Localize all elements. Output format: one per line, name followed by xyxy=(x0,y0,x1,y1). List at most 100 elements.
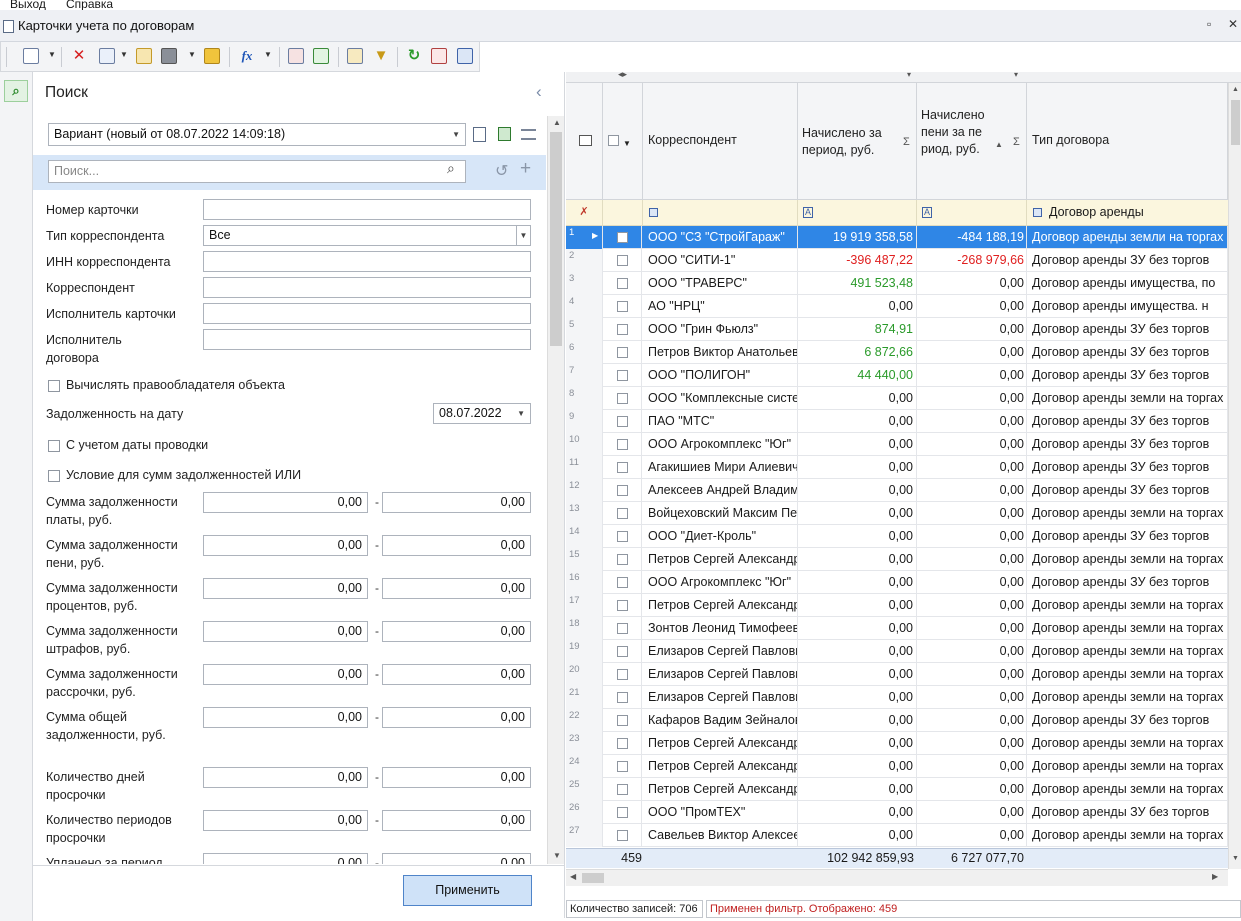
row-checkbox[interactable] xyxy=(617,531,628,542)
range-to-input[interactable]: 0,00 xyxy=(382,492,531,513)
range-to-input[interactable]: 0,00 xyxy=(382,535,531,556)
row-checkbox[interactable] xyxy=(617,278,628,289)
row-select[interactable] xyxy=(603,226,642,249)
row-select[interactable] xyxy=(603,410,642,433)
variant-select[interactable]: Вариант (новый от 08.07.2022 14:09:18) ▼ xyxy=(48,123,466,146)
row-checkbox[interactable] xyxy=(617,439,628,450)
range-from-input[interactable]: 0,00 xyxy=(203,535,368,556)
row-select[interactable] xyxy=(603,272,642,295)
save-variant-icon[interactable] xyxy=(498,127,511,141)
table-row[interactable]: 8ООО "Комплексные системы"0,000,00Догово… xyxy=(566,387,1228,410)
table-row[interactable]: 21 Елизаров Сергей Павлович 0,00 0,00 Догово… xyxy=(566,686,1228,709)
grid-vertical-scrollbar[interactable]: ▲ ▼ xyxy=(1228,83,1241,869)
row-select[interactable] xyxy=(603,548,642,571)
export-icon[interactable] xyxy=(457,48,473,64)
range-to-input[interactable]: 0,00 xyxy=(382,853,531,864)
table-row[interactable]: 22Кафаров Вадим Зейналович0,000,00Догово… xyxy=(566,709,1228,732)
posting-date-checkbox[interactable] xyxy=(48,440,60,452)
range-to-input[interactable]: 0,00 xyxy=(382,621,531,642)
row-checkbox[interactable] xyxy=(617,347,628,358)
clipboard-icon[interactable] xyxy=(136,48,152,64)
table-row[interactable]: 9 ПАО "МТС" 0,00 0,00 Договор аренды ЗУ без … xyxy=(566,410,1228,433)
table-row[interactable]: 27Савельев Виктор Алексеевич0,000,00Дого… xyxy=(566,824,1228,847)
row-checkbox[interactable] xyxy=(617,738,628,749)
row-checkbox[interactable] xyxy=(617,577,628,588)
table-row[interactable]: 16 ООО Агрокомплекс "Юг" 0,00 0,00 Договор а… xyxy=(566,571,1228,594)
search-input[interactable]: Поиск... xyxy=(48,160,466,183)
correspondent-input[interactable] xyxy=(203,277,531,298)
row-select[interactable] xyxy=(603,341,642,364)
row-select[interactable] xyxy=(603,525,642,548)
row-select[interactable] xyxy=(603,732,642,755)
panel-scrollbar[interactable]: ▲ ▼ xyxy=(547,116,564,864)
formula-dropdown-icon[interactable]: ▼ xyxy=(264,50,272,59)
row-checkbox[interactable] xyxy=(617,301,628,312)
row-select[interactable] xyxy=(603,387,642,410)
table-row[interactable]: 11 Агакишиев Мири Алиевич 0,00 0,00 Договор … xyxy=(566,456,1228,479)
table-row[interactable]: 2 ООО "СИТИ-1" -396 487,22 -268 979,66 Догов… xyxy=(566,249,1228,272)
card-number-input[interactable] xyxy=(203,199,531,220)
row-checkbox[interactable] xyxy=(617,462,628,473)
scroll-down-icon[interactable]: ▼ xyxy=(1232,855,1239,862)
search-panel-toggle-icon[interactable]: ⌕ xyxy=(4,80,28,102)
table-row[interactable]: 3 ООО "ТРАВЕРС" 491 523,48 0,00 Договор арен… xyxy=(566,272,1228,295)
row-select[interactable] xyxy=(603,686,642,709)
edit-settings-icon[interactable] xyxy=(347,48,363,64)
row-checkbox[interactable] xyxy=(617,232,628,243)
range-from-input[interactable]: 0,00 xyxy=(203,810,368,831)
row-select[interactable] xyxy=(603,755,642,778)
history-icon[interactable]: ↺ xyxy=(495,161,508,181)
apply-button[interactable]: Применить xyxy=(403,875,532,906)
collapse-panel-icon[interactable]: ‹ xyxy=(536,82,542,102)
print-icon[interactable] xyxy=(161,48,177,64)
menu-help[interactable]: Справка xyxy=(66,0,113,10)
range-from-input[interactable]: 0,00 xyxy=(203,578,368,599)
grid-hscroll-thumb[interactable] xyxy=(582,873,604,883)
range-from-input[interactable]: 0,00 xyxy=(203,492,368,513)
table-row[interactable]: 15Петров Сергей Александрович0,000,00Дог… xyxy=(566,548,1228,571)
row-select[interactable] xyxy=(603,433,642,456)
row-checkbox[interactable] xyxy=(617,784,628,795)
row-checkbox[interactable] xyxy=(617,715,628,726)
row-checkbox[interactable] xyxy=(617,324,628,335)
restore-button[interactable]: ▫ xyxy=(1207,17,1211,31)
debt-date-dropdown-icon[interactable]: ▼ xyxy=(517,404,525,423)
table-row[interactable]: 25Петров Сергей Александрович0,000,00Дог… xyxy=(566,778,1228,801)
row-checkbox[interactable] xyxy=(617,393,628,404)
document-actions-dropdown-icon[interactable]: ▼ xyxy=(120,50,128,59)
row-select[interactable] xyxy=(603,364,642,387)
row-checkbox[interactable] xyxy=(617,646,628,657)
or-condition-checkbox[interactable] xyxy=(48,470,60,482)
corr-type-select[interactable]: Все ▼ xyxy=(203,225,531,246)
formula-icon[interactable]: fx xyxy=(239,48,255,64)
delete-icon[interactable]: ✕ xyxy=(71,48,87,64)
range-from-input[interactable]: 0,00 xyxy=(203,707,368,728)
table-row[interactable]: 5 ООО "Грин Фьюлз" 874,91 0,00 Договор аренд… xyxy=(566,318,1228,341)
table-row[interactable]: 19 Елизаров Сергей Павлович 0,00 0,00 Догово… xyxy=(566,640,1228,663)
table-row[interactable]: 26 ООО "ПромТЕХ" 0,00 0,00 Договор аренды ЗУ… xyxy=(566,801,1228,824)
range-from-input[interactable]: 0,00 xyxy=(203,621,368,642)
row-select[interactable] xyxy=(603,663,642,686)
range-to-input[interactable]: 0,00 xyxy=(382,767,531,788)
edit-dropdown-icon[interactable]: ▼ xyxy=(48,50,56,59)
table-row[interactable]: 10 ООО Агрокомплекс "Юг" 0,00 0,00 Договор а… xyxy=(566,433,1228,456)
close-window-button[interactable]: ✕ xyxy=(1228,17,1238,31)
row-select[interactable] xyxy=(603,617,642,640)
table-row[interactable]: 20 Елизаров Сергей Павлович 0,00 0,00 Догово… xyxy=(566,663,1228,686)
row-checkbox[interactable] xyxy=(617,669,628,680)
row-checkbox[interactable] xyxy=(617,485,628,496)
contract-executor-input[interactable] xyxy=(203,329,531,350)
row-checkbox[interactable] xyxy=(617,600,628,611)
scroll-left-icon[interactable]: ◀ xyxy=(570,872,576,881)
menu-exit[interactable]: Выход xyxy=(10,0,46,10)
row-select[interactable] xyxy=(603,571,642,594)
row-select[interactable] xyxy=(603,249,642,272)
row-select[interactable] xyxy=(603,640,642,663)
corr-type-dropdown-icon[interactable]: ▼ xyxy=(516,226,530,245)
row-checkbox[interactable] xyxy=(617,554,628,565)
table-row[interactable]: 18 Зонтов Леонид Тимофеевич 0,00 0,00 Догово… xyxy=(566,617,1228,640)
table-row[interactable]: 4 АО "НРЦ" 0,00 0,00 Договор аренды имуществ… xyxy=(566,295,1228,318)
new-variant-icon[interactable] xyxy=(473,127,486,142)
range-to-input[interactable]: 0,00 xyxy=(382,664,531,685)
row-select[interactable] xyxy=(603,594,642,617)
